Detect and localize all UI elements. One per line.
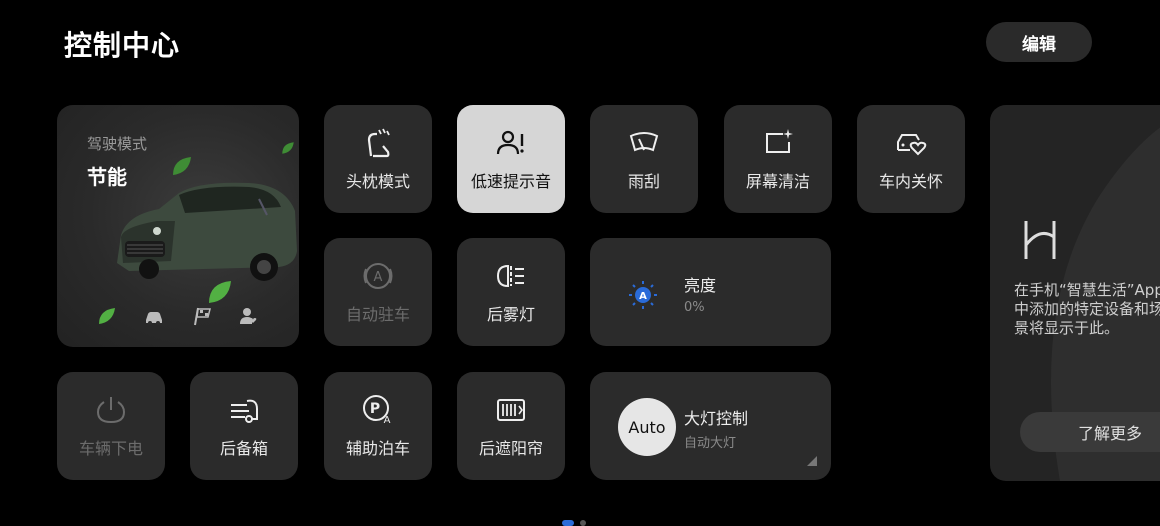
wiper-icon: [629, 132, 659, 152]
smart-life-panel: 在手机“智慧生活”App中添加的特定设备和场景将显示于此。 了解更多: [990, 105, 1160, 481]
trunk-tile[interactable]: 后备箱: [190, 372, 298, 480]
rear-fog-label: 后雾灯: [486, 305, 535, 324]
edit-button[interactable]: 编辑: [986, 22, 1092, 62]
brightness-value: 0%: [684, 300, 705, 315]
auto-hold-icon: A: [363, 263, 393, 289]
headlight-status: 自动大灯: [684, 436, 737, 451]
auto-hold-label: 自动驻车: [345, 305, 410, 324]
park-assist-tile[interactable]: PA 辅助泊车: [324, 372, 432, 480]
learn-more-button[interactable]: 了解更多: [1020, 412, 1160, 452]
expand-corner-icon: [807, 456, 817, 466]
rear-fog-lamp-icon: [496, 264, 524, 288]
car-icon[interactable]: [143, 305, 165, 327]
cabin-care-label: 车内关怀: [878, 172, 943, 191]
headrest-mode-label: 头枕模式: [345, 172, 410, 191]
wiper-tile[interactable]: 雨刮: [590, 105, 698, 213]
drive-mode-label: 驾驶模式: [87, 135, 148, 153]
screen-sparkle-icon: [766, 129, 793, 153]
svg-text:A: A: [639, 291, 647, 302]
power-off-label: 车辆下电: [78, 439, 143, 458]
brightness-tile[interactable]: A 亮度 0%: [590, 238, 831, 346]
screen-clean-tile[interactable]: 屏幕清洁: [724, 105, 832, 213]
park-assist-icon: PA: [363, 395, 391, 426]
headrest-mode-tile[interactable]: 头枕模式: [324, 105, 432, 213]
rear-fog-tile[interactable]: 后雾灯: [457, 238, 565, 346]
svg-text:P: P: [370, 401, 380, 417]
auto-hold-tile[interactable]: A 自动驻车: [324, 238, 432, 346]
headlight-label: 大灯控制: [684, 409, 749, 428]
trunk-icon: [231, 399, 258, 423]
leaf-decoration-icon: [209, 281, 231, 303]
sunshade-icon: [497, 399, 525, 421]
cabin-care-tile[interactable]: 车内关怀: [857, 105, 965, 213]
park-assist-label: 辅助泊车: [345, 439, 410, 458]
low-speed-alert-label: 低速提示音: [470, 172, 551, 191]
auto-badge: Auto: [618, 398, 676, 456]
rear-shade-tile[interactable]: 后遮阳帘: [457, 372, 565, 480]
smart-life-message: 在手机“智慧生活”App中添加的特定设备和场景将显示于此。: [1014, 281, 1160, 337]
leaf-decoration-icon: [173, 157, 191, 175]
leaf-decoration-icon: [282, 142, 294, 154]
trunk-label: 后备箱: [219, 439, 268, 458]
low-speed-alert-tile[interactable]: 低速提示音: [457, 105, 565, 213]
person-heart-icon[interactable]: [238, 305, 260, 327]
pedestrian-alert-icon: [496, 130, 524, 155]
power-icon: [96, 397, 126, 424]
svg-text:A: A: [384, 415, 391, 426]
page-dot[interactable]: [580, 520, 586, 526]
power-off-tile[interactable]: 车辆下电: [57, 372, 165, 480]
headrest-icon: [367, 128, 390, 158]
page-title: 控制中心: [64, 29, 181, 62]
car-image: [117, 182, 297, 281]
page-indicator[interactable]: [562, 520, 586, 526]
race-flag-icon[interactable]: [191, 305, 213, 327]
screen-clean-label: 屏幕清洁: [745, 172, 810, 191]
brightness-label: 亮度: [684, 276, 717, 295]
page-dot-active[interactable]: [562, 520, 574, 526]
car-heart-icon: [897, 134, 927, 156]
harmony-logo-icon: [1024, 221, 1056, 259]
leaf-icon[interactable]: [96, 305, 118, 327]
rear-shade-label: 后遮阳帘: [478, 439, 543, 458]
wiper-label: 雨刮: [627, 172, 660, 191]
drive-mode-options: [57, 305, 299, 327]
svg-text:A: A: [374, 270, 383, 285]
drive-mode-card[interactable]: 驾驶模式 节能: [57, 105, 299, 347]
auto-brightness-icon: A: [629, 281, 657, 309]
headlight-tile[interactable]: Auto 大灯控制 自动大灯: [590, 372, 831, 480]
